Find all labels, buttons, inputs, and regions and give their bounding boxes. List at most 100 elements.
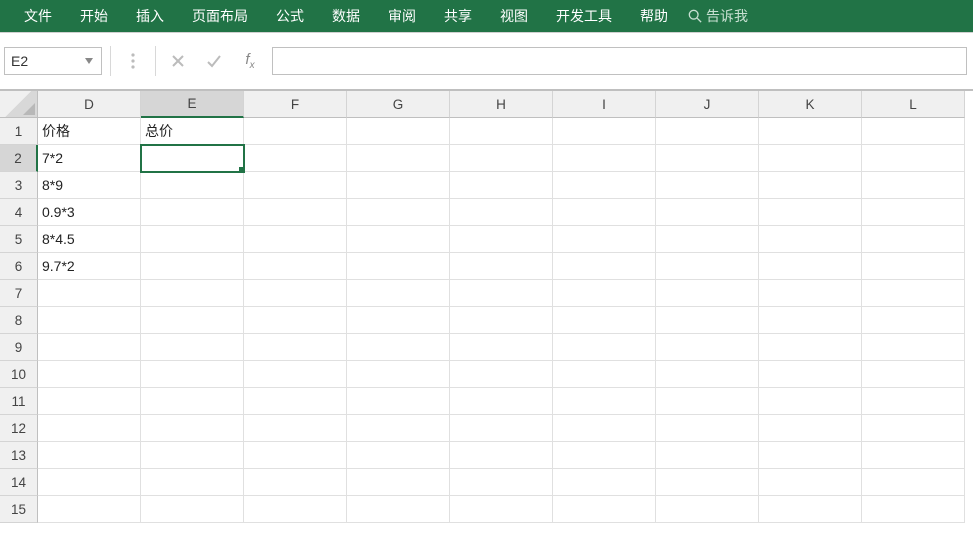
cell-D1[interactable]: 价格	[38, 118, 141, 145]
cell-J11[interactable]	[656, 388, 759, 415]
row-header-1[interactable]: 1	[0, 118, 38, 145]
cell-L3[interactable]	[862, 172, 965, 199]
cell-E2[interactable]	[141, 145, 244, 172]
cell-H9[interactable]	[450, 334, 553, 361]
cell-G14[interactable]	[347, 469, 450, 496]
cell-D9[interactable]	[38, 334, 141, 361]
cell-L10[interactable]	[862, 361, 965, 388]
cell-L5[interactable]	[862, 226, 965, 253]
cell-D7[interactable]	[38, 280, 141, 307]
cell-D8[interactable]	[38, 307, 141, 334]
cell-H2[interactable]	[450, 145, 553, 172]
row-header-14[interactable]: 14	[0, 469, 38, 496]
cell-K10[interactable]	[759, 361, 862, 388]
cell-I2[interactable]	[553, 145, 656, 172]
cell-K5[interactable]	[759, 226, 862, 253]
cell-F15[interactable]	[244, 496, 347, 523]
cell-K15[interactable]	[759, 496, 862, 523]
cell-H12[interactable]	[450, 415, 553, 442]
cell-E7[interactable]	[141, 280, 244, 307]
menu-home[interactable]: 开始	[66, 0, 122, 32]
cell-H11[interactable]	[450, 388, 553, 415]
cell-I3[interactable]	[553, 172, 656, 199]
row-header-12[interactable]: 12	[0, 415, 38, 442]
cell-K7[interactable]	[759, 280, 862, 307]
cell-F14[interactable]	[244, 469, 347, 496]
cell-E3[interactable]	[141, 172, 244, 199]
cell-H13[interactable]	[450, 442, 553, 469]
cell-H15[interactable]	[450, 496, 553, 523]
cell-G10[interactable]	[347, 361, 450, 388]
cell-K3[interactable]	[759, 172, 862, 199]
menu-formulas[interactable]: 公式	[262, 0, 318, 32]
cell-G9[interactable]	[347, 334, 450, 361]
cell-I12[interactable]	[553, 415, 656, 442]
cell-E14[interactable]	[141, 469, 244, 496]
cell-E13[interactable]	[141, 442, 244, 469]
cell-H4[interactable]	[450, 199, 553, 226]
cell-F8[interactable]	[244, 307, 347, 334]
row-header-2[interactable]: 2	[0, 145, 38, 172]
cell-E12[interactable]	[141, 415, 244, 442]
cell-E10[interactable]	[141, 361, 244, 388]
cell-G13[interactable]	[347, 442, 450, 469]
cell-K12[interactable]	[759, 415, 862, 442]
cell-G7[interactable]	[347, 280, 450, 307]
cell-G3[interactable]	[347, 172, 450, 199]
cell-K14[interactable]	[759, 469, 862, 496]
cell-J8[interactable]	[656, 307, 759, 334]
menu-review[interactable]: 审阅	[374, 0, 430, 32]
column-header-E[interactable]: E	[141, 91, 244, 118]
cell-H5[interactable]	[450, 226, 553, 253]
cancel-formula-button[interactable]	[164, 47, 192, 75]
cell-I15[interactable]	[553, 496, 656, 523]
cell-D13[interactable]	[38, 442, 141, 469]
cell-J10[interactable]	[656, 361, 759, 388]
cell-I8[interactable]	[553, 307, 656, 334]
cell-D15[interactable]	[38, 496, 141, 523]
cell-J6[interactable]	[656, 253, 759, 280]
cell-H7[interactable]	[450, 280, 553, 307]
cell-G6[interactable]	[347, 253, 450, 280]
column-header-I[interactable]: I	[553, 91, 656, 118]
cell-E8[interactable]	[141, 307, 244, 334]
cell-J13[interactable]	[656, 442, 759, 469]
cell-I7[interactable]	[553, 280, 656, 307]
cell-J5[interactable]	[656, 226, 759, 253]
cell-E9[interactable]	[141, 334, 244, 361]
column-header-L[interactable]: L	[862, 91, 965, 118]
cell-H3[interactable]	[450, 172, 553, 199]
cell-J14[interactable]	[656, 469, 759, 496]
cell-J9[interactable]	[656, 334, 759, 361]
cell-F10[interactable]	[244, 361, 347, 388]
cell-D4[interactable]: 0.9*3	[38, 199, 141, 226]
cell-F6[interactable]	[244, 253, 347, 280]
menu-developer[interactable]: 开发工具	[542, 0, 626, 32]
cell-E1[interactable]: 总价	[141, 118, 244, 145]
name-box[interactable]: E2	[4, 47, 102, 75]
row-header-4[interactable]: 4	[0, 199, 38, 226]
row-header-11[interactable]: 11	[0, 388, 38, 415]
cell-F4[interactable]	[244, 199, 347, 226]
cell-H10[interactable]	[450, 361, 553, 388]
cell-D12[interactable]	[38, 415, 141, 442]
row-header-13[interactable]: 13	[0, 442, 38, 469]
cell-I13[interactable]	[553, 442, 656, 469]
cell-G15[interactable]	[347, 496, 450, 523]
column-header-F[interactable]: F	[244, 91, 347, 118]
row-header-9[interactable]: 9	[0, 334, 38, 361]
row-header-8[interactable]: 8	[0, 307, 38, 334]
cell-D3[interactable]: 8*9	[38, 172, 141, 199]
cell-F5[interactable]	[244, 226, 347, 253]
cell-L9[interactable]	[862, 334, 965, 361]
menu-file[interactable]: 文件	[10, 0, 66, 32]
row-header-5[interactable]: 5	[0, 226, 38, 253]
cell-G5[interactable]	[347, 226, 450, 253]
cell-F13[interactable]	[244, 442, 347, 469]
column-header-K[interactable]: K	[759, 91, 862, 118]
insert-function-button[interactable]: fx	[236, 47, 264, 75]
cell-L1[interactable]	[862, 118, 965, 145]
cell-D6[interactable]: 9.7*2	[38, 253, 141, 280]
more-options-icon[interactable]	[119, 47, 147, 75]
cell-H14[interactable]	[450, 469, 553, 496]
